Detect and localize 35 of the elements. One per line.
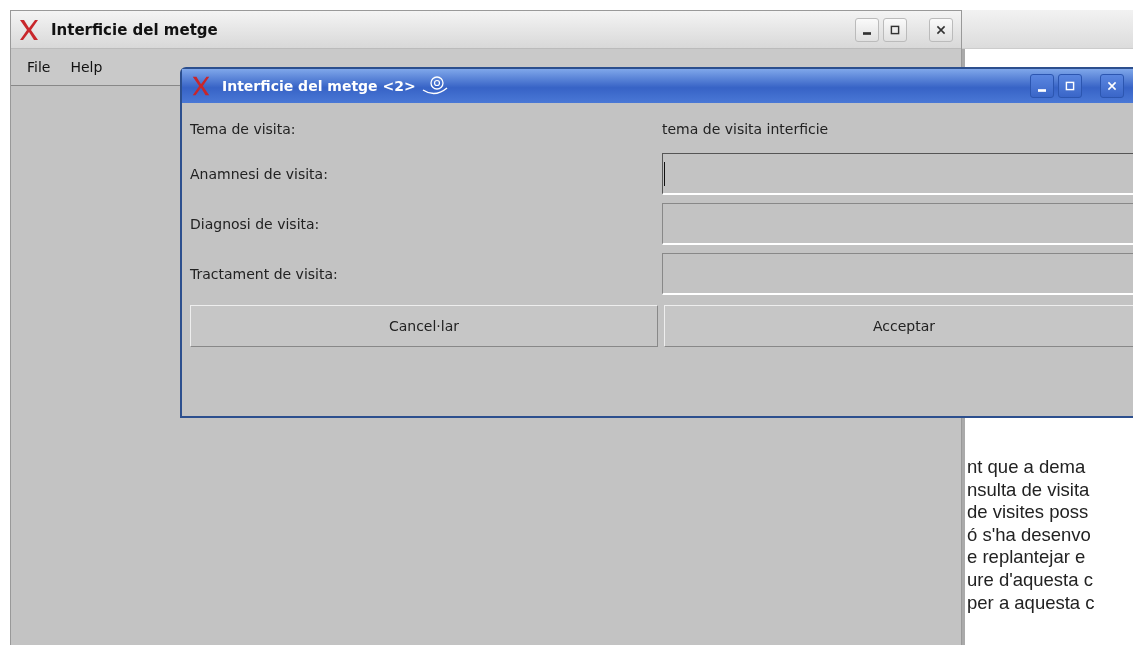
document-text-line: nsulta de visita xyxy=(967,478,1091,502)
menu-item[interactable]: Help xyxy=(60,55,113,79)
minimize-icon xyxy=(863,32,871,35)
document-text-line: nt que a dema xyxy=(967,456,1087,479)
maximize-button[interactable] xyxy=(1058,74,1082,98)
document-text-line: de visites poss xyxy=(967,501,1090,524)
x-logo-icon xyxy=(17,17,41,42)
document-text-line: per a aquesta c xyxy=(967,591,1096,615)
minimize-button[interactable] xyxy=(855,17,879,42)
maximize-button[interactable] xyxy=(883,17,907,42)
x-logo-icon xyxy=(190,75,212,97)
maximize-icon xyxy=(1064,80,1076,92)
document-text-line: ó s'ha desenvo xyxy=(967,523,1092,547)
minimize-button[interactable] xyxy=(1030,74,1054,98)
field-label: Tema de visita: xyxy=(190,121,297,137)
document-text-line: ure d'aquesta c xyxy=(967,568,1094,592)
dialog-title: Interficie del metge <2> xyxy=(222,78,416,94)
menu-item[interactable]: File xyxy=(17,55,61,79)
close-button[interactable] xyxy=(1100,74,1124,98)
close-icon xyxy=(935,23,947,36)
field-label: Tractament de visita: xyxy=(190,266,339,282)
dialog-button[interactable]: Cancel·lar xyxy=(190,305,658,347)
minimize-icon xyxy=(1038,88,1046,92)
close-button[interactable] xyxy=(929,17,953,42)
document-text-line: e replantejar e xyxy=(967,546,1087,569)
value-text: tema de visita interficie xyxy=(662,121,829,137)
input-field[interactable] xyxy=(662,253,1133,295)
input-field[interactable] xyxy=(662,153,1133,195)
input-field[interactable] xyxy=(662,203,1133,245)
window-title: Interficie del metge xyxy=(51,20,218,39)
maximize-icon xyxy=(889,23,901,36)
close-icon xyxy=(1106,80,1118,92)
field-label: Diagnosi de visita: xyxy=(190,216,321,232)
field-label: Anamnesi de visita: xyxy=(190,166,329,182)
dialog-button[interactable]: Acceptar xyxy=(664,305,1133,347)
